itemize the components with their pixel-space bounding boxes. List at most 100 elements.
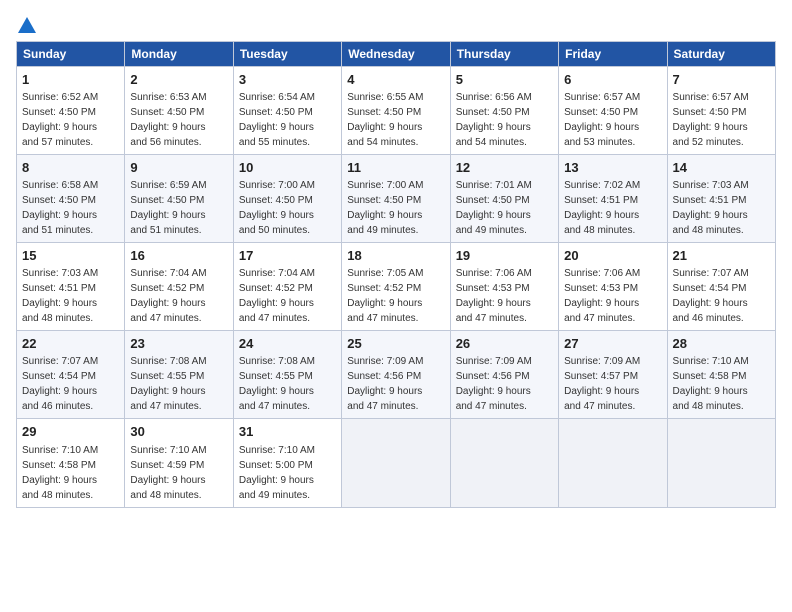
day-number: 3: [239, 71, 336, 89]
day-info: Sunrise: 6:56 AM Sunset: 4:50 PM Dayligh…: [456, 92, 532, 148]
day-number: 15: [22, 247, 119, 265]
day-info: Sunrise: 7:04 AM Sunset: 4:52 PM Dayligh…: [239, 268, 315, 324]
day-number: 21: [673, 247, 770, 265]
day-cell: 11 Sunrise: 7:00 AM Sunset: 4:50 PM Dayli…: [342, 154, 450, 242]
day-number: 27: [564, 335, 661, 353]
day-number: 29: [22, 423, 119, 441]
col-header-monday: Monday: [125, 41, 233, 66]
day-number: 2: [130, 71, 227, 89]
day-cell: 22Sunrise: 7:07 AM Sunset: 4:54 PM Dayli…: [17, 331, 125, 419]
day-number: 14: [673, 159, 770, 177]
day-info: Sunrise: 7:00 AM Sunset: 4:50 PM Dayligh…: [347, 180, 423, 236]
day-info: Sunrise: 7:03 AM Sunset: 4:51 PM Dayligh…: [673, 180, 749, 236]
day-number: 28: [673, 335, 770, 353]
day-cell: 16Sunrise: 7:04 AM Sunset: 4:52 PM Dayli…: [125, 242, 233, 330]
calendar-header: SundayMondayTuesdayWednesdayThursdayFrid…: [17, 41, 776, 66]
day-info: Sunrise: 7:03 AM Sunset: 4:51 PM Dayligh…: [22, 268, 98, 324]
day-number: 5: [456, 71, 553, 89]
day-info: Sunrise: 7:07 AM Sunset: 4:54 PM Dayligh…: [673, 268, 749, 324]
day-cell: 25 Sunrise: 7:09 AM Sunset: 4:56 PM Dayli…: [342, 331, 450, 419]
day-number: 26: [456, 335, 553, 353]
day-info: Sunrise: 7:06 AM Sunset: 4:53 PM Dayligh…: [564, 268, 640, 324]
day-cell: 13 Sunrise: 7:02 AM Sunset: 4:51 PM Dayli…: [559, 154, 667, 242]
day-cell: 17 Sunrise: 7:04 AM Sunset: 4:52 PM Dayli…: [233, 242, 341, 330]
day-cell: 9Sunrise: 6:59 AM Sunset: 4:50 PM Daylig…: [125, 154, 233, 242]
day-cell: 12Sunrise: 7:01 AM Sunset: 4:50 PM Dayli…: [450, 154, 558, 242]
day-number: 25: [347, 335, 444, 353]
day-number: 22: [22, 335, 119, 353]
day-cell: 2 Sunrise: 6:53 AM Sunset: 4:50 PM Daylig…: [125, 66, 233, 154]
day-info: Sunrise: 6:58 AM Sunset: 4:50 PM Dayligh…: [22, 180, 98, 236]
day-info: Sunrise: 7:00 AM Sunset: 4:50 PM Dayligh…: [239, 180, 315, 236]
week-row-4: 22Sunrise: 7:07 AM Sunset: 4:54 PM Dayli…: [17, 331, 776, 419]
day-info: Sunrise: 7:10 AM Sunset: 5:00 PM Dayligh…: [239, 445, 315, 501]
col-header-sunday: Sunday: [17, 41, 125, 66]
day-number: 23: [130, 335, 227, 353]
col-header-friday: Friday: [559, 41, 667, 66]
day-cell: 23 Sunrise: 7:08 AM Sunset: 4:55 PM Dayli…: [125, 331, 233, 419]
day-number: 31: [239, 423, 336, 441]
day-cell: 4 Sunrise: 6:55 AM Sunset: 4:50 PM Daylig…: [342, 66, 450, 154]
day-number: 18: [347, 247, 444, 265]
day-number: 8: [22, 159, 119, 177]
logo-general: [16, 16, 36, 33]
day-info: Sunrise: 7:04 AM Sunset: 4:52 PM Dayligh…: [130, 268, 206, 324]
day-info: Sunrise: 6:57 AM Sunset: 4:50 PM Dayligh…: [673, 92, 749, 148]
day-cell: 28 Sunrise: 7:10 AM Sunset: 4:58 PM Dayli…: [667, 331, 775, 419]
day-number: 10: [239, 159, 336, 177]
day-info: Sunrise: 6:52 AM Sunset: 4:50 PM Dayligh…: [22, 92, 98, 148]
day-info: Sunrise: 7:09 AM Sunset: 4:56 PM Dayligh…: [456, 356, 532, 412]
day-info: Sunrise: 6:54 AM Sunset: 4:50 PM Dayligh…: [239, 92, 315, 148]
day-number: 1: [22, 71, 119, 89]
calendar-table: SundayMondayTuesdayWednesdayThursdayFrid…: [16, 41, 776, 508]
day-number: 6: [564, 71, 661, 89]
day-number: 24: [239, 335, 336, 353]
day-cell: 1 Sunrise: 6:52 AM Sunset: 4:50 PM Daylig…: [17, 66, 125, 154]
day-cell: [559, 419, 667, 507]
day-number: 13: [564, 159, 661, 177]
day-cell: 26 Sunrise: 7:09 AM Sunset: 4:56 PM Dayli…: [450, 331, 558, 419]
day-cell: 3 Sunrise: 6:54 AM Sunset: 4:50 PM Daylig…: [233, 66, 341, 154]
day-cell: 29 Sunrise: 7:10 AM Sunset: 4:58 PM Dayli…: [17, 419, 125, 507]
day-cell: 24 Sunrise: 7:08 AM Sunset: 4:55 PM Dayli…: [233, 331, 341, 419]
day-cell: 5 Sunrise: 6:56 AM Sunset: 4:50 PM Daylig…: [450, 66, 558, 154]
day-number: 9: [130, 159, 227, 177]
day-info: Sunrise: 7:09 AM Sunset: 4:57 PM Dayligh…: [564, 356, 640, 412]
week-row-5: 29 Sunrise: 7:10 AM Sunset: 4:58 PM Dayli…: [17, 419, 776, 507]
day-number: 20: [564, 247, 661, 265]
day-info: Sunrise: 7:08 AM Sunset: 4:55 PM Dayligh…: [130, 356, 206, 412]
day-cell: 8 Sunrise: 6:58 AM Sunset: 4:50 PM Daylig…: [17, 154, 125, 242]
day-cell: 7 Sunrise: 6:57 AM Sunset: 4:50 PM Daylig…: [667, 66, 775, 154]
day-cell: 14 Sunrise: 7:03 AM Sunset: 4:51 PM Dayli…: [667, 154, 775, 242]
day-cell: [450, 419, 558, 507]
day-cell: 19Sunrise: 7:06 AM Sunset: 4:53 PM Dayli…: [450, 242, 558, 330]
day-cell: 30Sunrise: 7:10 AM Sunset: 4:59 PM Dayli…: [125, 419, 233, 507]
day-number: 11: [347, 159, 444, 177]
day-info: Sunrise: 6:57 AM Sunset: 4:50 PM Dayligh…: [564, 92, 640, 148]
week-row-2: 8 Sunrise: 6:58 AM Sunset: 4:50 PM Daylig…: [17, 154, 776, 242]
day-info: Sunrise: 7:09 AM Sunset: 4:56 PM Dayligh…: [347, 356, 423, 412]
day-cell: 31 Sunrise: 7:10 AM Sunset: 5:00 PM Dayli…: [233, 419, 341, 507]
day-info: Sunrise: 7:02 AM Sunset: 4:51 PM Dayligh…: [564, 180, 640, 236]
day-info: Sunrise: 7:10 AM Sunset: 4:59 PM Dayligh…: [130, 445, 206, 501]
day-number: 4: [347, 71, 444, 89]
day-cell: 20 Sunrise: 7:06 AM Sunset: 4:53 PM Dayli…: [559, 242, 667, 330]
day-info: Sunrise: 6:53 AM Sunset: 4:50 PM Dayligh…: [130, 92, 206, 148]
day-info: Sunrise: 7:10 AM Sunset: 4:58 PM Dayligh…: [22, 445, 98, 501]
day-number: 7: [673, 71, 770, 89]
page-header: [16, 16, 776, 33]
col-header-tuesday: Tuesday: [233, 41, 341, 66]
week-row-1: 1 Sunrise: 6:52 AM Sunset: 4:50 PM Daylig…: [17, 66, 776, 154]
day-cell: 15 Sunrise: 7:03 AM Sunset: 4:51 PM Dayli…: [17, 242, 125, 330]
day-info: Sunrise: 7:08 AM Sunset: 4:55 PM Dayligh…: [239, 356, 315, 412]
day-number: 19: [456, 247, 553, 265]
col-header-wednesday: Wednesday: [342, 41, 450, 66]
day-cell: 18 Sunrise: 7:05 AM Sunset: 4:52 PM Dayli…: [342, 242, 450, 330]
day-info: Sunrise: 6:55 AM Sunset: 4:50 PM Dayligh…: [347, 92, 423, 148]
day-info: Sunrise: 7:10 AM Sunset: 4:58 PM Dayligh…: [673, 356, 749, 412]
day-cell: [342, 419, 450, 507]
day-info: Sunrise: 7:05 AM Sunset: 4:52 PM Dayligh…: [347, 268, 423, 324]
col-header-thursday: Thursday: [450, 41, 558, 66]
day-info: Sunrise: 7:01 AM Sunset: 4:50 PM Dayligh…: [456, 180, 532, 236]
day-number: 17: [239, 247, 336, 265]
